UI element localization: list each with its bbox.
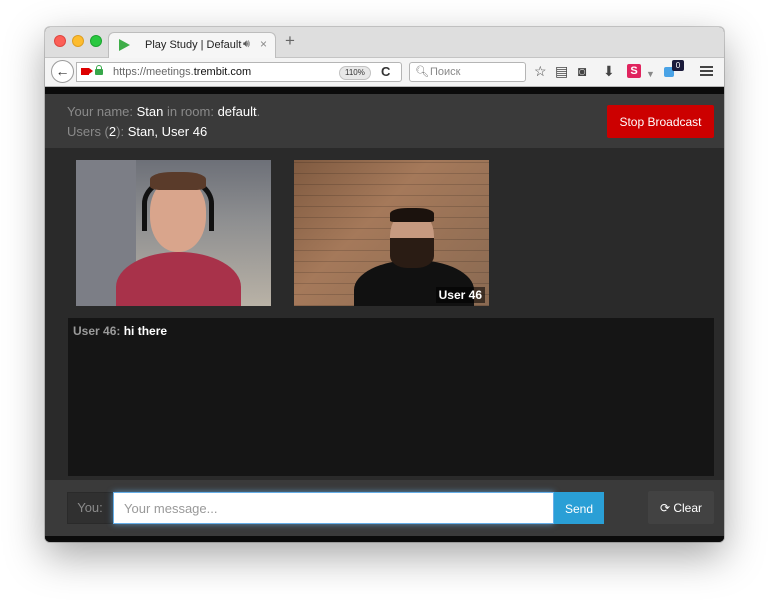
- play-icon: [119, 39, 130, 51]
- title-bar: Play Study | Default 🔊︎ × +: [45, 27, 724, 58]
- hamburger-menu-icon[interactable]: [700, 66, 713, 77]
- chevron-down-icon[interactable]: ▼: [646, 66, 655, 82]
- chat-text: hi there: [120, 324, 168, 338]
- room-name: default: [217, 104, 257, 119]
- zoom-window-button[interactable]: [90, 35, 102, 47]
- browser-tab[interactable]: Play Study | Default 🔊︎ ×: [108, 32, 276, 58]
- back-button[interactable]: ←: [51, 60, 74, 83]
- users-list: Stan, User 46: [127, 124, 208, 139]
- video-tile-remote[interactable]: User 46: [294, 160, 489, 306]
- zoom-badge[interactable]: 110%: [339, 66, 371, 80]
- search-input[interactable]: 🔍︎ Поиск: [409, 62, 526, 82]
- you-label: You:: [67, 492, 113, 524]
- video-label: User 46: [435, 287, 485, 303]
- navigation-bar: ← https://meetings.trembit.com 110% C 🔍︎…: [45, 58, 724, 87]
- tab-title: Play Study | Default: [145, 39, 242, 51]
- page-top-strip: [45, 87, 724, 94]
- message-composer: You: Send ⟳ Clear: [45, 480, 724, 542]
- stop-broadcast-button[interactable]: Stop Broadcast: [607, 105, 714, 138]
- clear-button[interactable]: ⟳ Clear: [648, 491, 714, 524]
- minimize-window-button[interactable]: [72, 35, 84, 47]
- users-line: Users (2): Stan, User 46: [67, 124, 208, 139]
- browser-window: Play Study | Default 🔊︎ × + ← https://me…: [45, 27, 724, 542]
- user-name: Stan: [136, 104, 164, 119]
- video-person-hair: [390, 208, 434, 222]
- video-tile-local[interactable]: [76, 160, 271, 306]
- speaker-icon[interactable]: 🔊︎: [243, 38, 250, 51]
- search-icon: 🔍︎: [415, 66, 429, 78]
- chat-log[interactable]: User 46: hi there: [68, 318, 714, 476]
- reading-list-icon[interactable]: ▤: [555, 63, 568, 79]
- video-person-hair: [150, 172, 206, 190]
- url-bar[interactable]: https://meetings.trembit.com 110% C: [76, 62, 402, 82]
- chat-sender: User 46:: [73, 324, 121, 338]
- download-icon[interactable]: ⬇: [603, 63, 615, 79]
- extension-count-badge: 0: [672, 60, 684, 71]
- reload-icon[interactable]: C: [381, 64, 390, 79]
- video-person-beard: [390, 238, 434, 268]
- close-window-button[interactable]: [54, 35, 66, 47]
- new-tab-button[interactable]: +: [285, 32, 295, 49]
- clear-label: Clear: [673, 501, 703, 515]
- camera-icon[interactable]: [81, 68, 93, 75]
- tab-close-icon[interactable]: ×: [260, 37, 267, 51]
- search-placeholder: Поиск: [430, 66, 461, 78]
- room-info-panel: Your name: Stan in room: default. Users …: [45, 94, 724, 148]
- page-content: Your name: Stan in room: default. Users …: [45, 87, 724, 542]
- s-extension-icon[interactable]: S: [627, 64, 641, 78]
- name-room-line: Your name: Stan in room: default.: [67, 104, 261, 119]
- message-input[interactable]: [113, 492, 554, 524]
- pocket-icon[interactable]: ◙: [578, 63, 586, 79]
- send-button[interactable]: Send: [554, 492, 604, 524]
- page-bottom-strip: [45, 536, 724, 542]
- chat-message: User 46: hi there: [73, 324, 167, 338]
- lock-icon[interactable]: [95, 65, 103, 75]
- url-text: https://meetings.trembit.com: [113, 66, 252, 78]
- refresh-icon: ⟳: [659, 501, 674, 515]
- bookmark-star-icon[interactable]: ☆: [534, 63, 547, 79]
